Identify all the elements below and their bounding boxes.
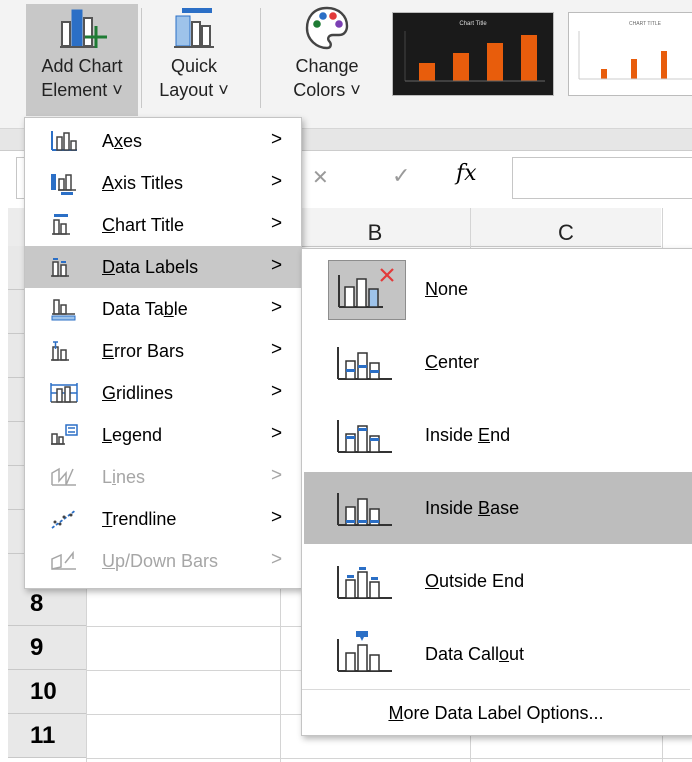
quick-layout-label-1: Quick [170,56,217,76]
change-colors-button[interactable]: Change Colors ˅ [272,4,382,116]
submenu-item-label: None [425,279,469,299]
data-labels-submenu: None Center Inside End Inside Base Outsi… [301,248,692,736]
menu-item-data-labels[interactable]: Data Labels > [25,246,301,288]
data-labels-inside-end-icon [328,406,406,466]
submenu-item-label: Inside End [425,425,511,445]
submenu-item-label: Data Callout [425,644,525,664]
lines-icon [51,467,76,486]
grid-line [86,758,692,759]
chart-style-1-title: Chart Title [459,21,487,27]
axis-titles-icon [51,174,76,195]
menu-item-data-table[interactable]: Data Table > [25,288,301,330]
chevron-right-icon: > [271,171,283,192]
formula-input[interactable] [512,157,692,199]
axes-icon [51,131,77,151]
data-callout-icon [328,625,406,685]
add-chart-element-label-1: Add Chart [41,56,123,76]
chevron-right-icon: > [271,297,283,318]
column-header-c[interactable]: C [471,208,661,247]
menu-item-label: Up/Down Bars [102,551,219,571]
menu-item-axis-titles[interactable]: Axis Titles > [25,162,301,204]
add-chart-element-icon [60,9,107,48]
chevron-right-icon: > [271,549,283,570]
quick-layout-icon [174,8,214,48]
submenu-item-label: Outside End [425,571,525,591]
up-down-bars-icon [51,550,76,570]
row-header-11[interactable]: 11 [8,714,86,758]
submenu-item-center[interactable]: Center [304,326,692,398]
gridlines-icon [50,383,78,403]
cancel-icon[interactable]: ✕ [312,165,329,190]
chevron-right-icon: > [271,381,283,402]
menu-item-label: Axis Titles [102,173,184,193]
chart-title-icon [52,214,70,235]
column-header-b[interactable]: B [280,208,470,247]
submenu-item-none[interactable]: None [304,253,692,325]
menu-item-gridlines[interactable]: Gridlines > [25,372,301,414]
menu-item-up-down-bars: Up/Down Bars > [25,540,301,582]
chevron-right-icon: > [271,129,283,150]
function-icon[interactable]: fx [456,161,477,186]
chart-style-2-preview: CHART TITLE [578,21,692,80]
menu-item-lines: Lines > [25,456,301,498]
menu-item-legend[interactable]: Legend > [25,414,301,456]
legend-icon [51,424,78,445]
chart-style-1[interactable]: Chart Title [392,12,554,96]
submenu-item-outside-end[interactable]: Outside End [304,545,692,617]
menu-item-axes[interactable]: Axes > [25,120,301,162]
menu-item-label: Gridlines [102,383,174,403]
chart-style-1-preview: Chart Title [404,21,545,82]
add-chart-element-menu: Axes > Axis Titles > Chart Title > Data … [24,117,302,589]
data-labels-outside-end-icon [328,552,406,612]
palette-icon [305,6,349,50]
change-colors-label-2: Colors ˅ [293,80,361,100]
chevron-right-icon: > [271,255,283,276]
submenu-item-label: Inside Base [425,498,520,518]
data-table-icon [51,299,76,321]
submenu-item-inside-base[interactable]: Inside Base [304,472,692,544]
menu-item-label: Chart Title [102,215,185,235]
data-labels-none-icon [328,260,406,320]
menu-item-label: Lines [102,467,146,487]
data-labels-icon [51,258,69,277]
change-colors-label-1: Change [295,56,359,76]
menu-item-label: Trendline [102,509,177,529]
menu-item-label: Legend [102,425,163,445]
trendline-icon [51,509,77,529]
chart-design-ribbon: Add Chart Element ˅ Quick Layout ˅ Chang… [0,0,692,129]
quick-layout-button[interactable]: Quick Layout ˅ [144,4,244,116]
chevron-right-icon: > [271,423,283,444]
chevron-right-icon: > [271,465,283,486]
error-bars-icon [51,341,69,361]
submenu-item-data-callout[interactable]: Data Callout [304,618,692,690]
more-data-label-options-button[interactable]: More Data Label Options... [302,689,690,736]
row-header-10[interactable]: 10 [8,670,86,714]
menu-item-label: Error Bars [102,341,185,361]
chevron-right-icon: > [271,213,283,234]
data-labels-inside-base-icon [328,479,406,539]
chart-style-2-title: CHART TITLE [629,21,662,27]
quick-layout-label-2: Layout ˅ [159,80,229,100]
add-chart-element-button[interactable]: Add Chart Element ˅ [26,4,138,116]
menu-item-error-bars[interactable]: Error Bars > [25,330,301,372]
row-header-9[interactable]: 9 [8,626,86,670]
menu-item-label: Axes [102,131,143,151]
menu-item-trendline[interactable]: Trendline > [25,498,301,540]
menu-item-label: Data Labels [102,257,199,277]
chart-style-2[interactable]: CHART TITLE [568,12,692,96]
chevron-right-icon: > [271,507,283,528]
chevron-right-icon: > [271,339,283,360]
ribbon-separator [141,8,142,108]
submenu-item-label: Center [425,352,480,372]
ribbon-separator [260,8,261,108]
add-chart-element-label-2: Element ˅ [41,80,123,100]
menu-item-label: Data Table [102,299,188,319]
submenu-item-inside-end[interactable]: Inside End [304,399,692,471]
menu-item-chart-title[interactable]: Chart Title > [25,204,301,246]
data-labels-center-icon [328,333,406,393]
enter-icon[interactable]: ✓ [392,163,410,189]
